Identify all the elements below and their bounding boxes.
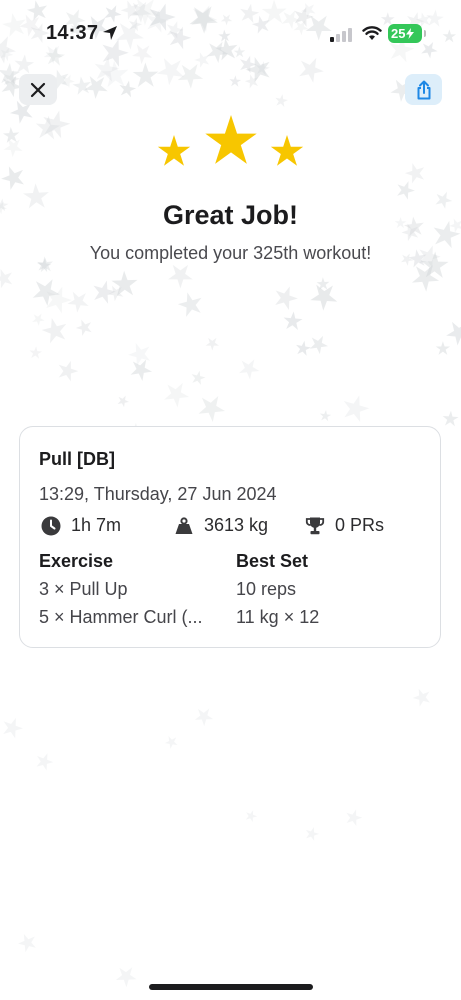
exercise-row-2: 5 × Hammer Curl (... <box>39 607 203 627</box>
status-time: 14:37 <box>46 22 99 44</box>
confetti-star <box>111 270 138 296</box>
confetti-star <box>397 181 415 200</box>
confetti-star <box>305 827 319 841</box>
confetti-star <box>18 933 36 953</box>
confetti-star <box>93 280 116 304</box>
confetti-star <box>296 340 312 356</box>
confetti-star <box>244 74 259 89</box>
volume-stat: 3613 kg <box>174 515 268 536</box>
confetti-star <box>0 269 13 289</box>
star-icon <box>205 115 257 164</box>
home-indicator <box>149 984 313 990</box>
confetti-star <box>205 337 219 351</box>
exercise-column-header: Exercise <box>39 551 114 571</box>
confetti-star <box>191 370 206 385</box>
confetti-star <box>3 138 23 158</box>
weight-icon <box>175 516 193 534</box>
workout-datetime: 13:29, Thursday, 27 Jun 2024 <box>39 484 277 504</box>
confetti-star <box>198 395 225 423</box>
confetti-star <box>117 395 130 408</box>
confetti-star <box>435 341 451 355</box>
confetti-star <box>442 410 459 427</box>
workout-name: Pull [DB] <box>39 449 115 469</box>
confetti-star <box>130 359 153 381</box>
share-button[interactable] <box>405 74 442 105</box>
close-button[interactable] <box>19 74 57 105</box>
cellular-signal-icon <box>330 28 354 47</box>
confetti-star <box>72 76 92 95</box>
confetti-star <box>245 810 258 823</box>
confetti-star <box>43 110 71 139</box>
confetti-star <box>3 717 23 739</box>
confetti-star <box>309 335 329 355</box>
confetti-star <box>84 76 108 99</box>
duration-value: 1h 7m <box>71 515 122 535</box>
location-arrow-icon <box>102 25 118 46</box>
duration-stat: 1h 7m <box>41 515 121 536</box>
confetti-star <box>67 291 89 313</box>
trophy-icon <box>305 517 325 534</box>
close-icon <box>30 82 46 97</box>
wifi-icon <box>362 25 382 46</box>
confetti-star <box>119 80 137 98</box>
confetti-star <box>128 342 151 366</box>
confetti-star <box>2 127 20 143</box>
confetti-star <box>346 809 363 827</box>
exercise-row-1: 3 × Pull Up <box>39 579 128 599</box>
confetti-star <box>446 321 461 346</box>
confetti-star <box>61 74 75 88</box>
confetti-star <box>36 753 54 771</box>
confetti-star <box>283 311 303 330</box>
best-set-row-1: 10 reps <box>236 579 297 599</box>
confetti-star <box>239 359 260 380</box>
status-bar: 14:37 25 <box>0 0 461 66</box>
confetti-star <box>75 319 92 336</box>
battery-level: 25 <box>391 26 406 41</box>
confetti-star <box>310 284 338 311</box>
completion-title: Great Job! <box>162 200 299 230</box>
confetti-star <box>29 346 43 359</box>
confetti-star <box>1 166 25 190</box>
volume-value: 3613 kg <box>204 515 269 535</box>
completion-subtitle: You completed your 325th workout! <box>89 243 372 263</box>
confetti-star <box>316 277 330 290</box>
prs-value: 0 PRs <box>335 515 385 535</box>
confetti-star <box>32 279 60 306</box>
confetti-star <box>35 115 61 140</box>
share-icon <box>417 80 430 99</box>
confetti-star <box>194 708 214 727</box>
battery-indicator: 25 <box>388 24 426 43</box>
confetti-star <box>229 75 242 87</box>
confetti-star <box>275 286 298 311</box>
confetti-star <box>32 313 45 326</box>
confetti-star <box>41 317 67 344</box>
confetti-star <box>343 395 370 422</box>
confetti-star <box>177 292 202 317</box>
celebration-stars <box>157 115 304 166</box>
star-icon <box>270 135 304 166</box>
confetti-star <box>319 410 332 422</box>
confetti-star <box>58 360 79 382</box>
prs-stat: 0 PRs <box>305 515 384 536</box>
charging-bolt-icon <box>406 28 415 39</box>
star-icon <box>157 135 191 166</box>
confetti-star <box>412 688 430 707</box>
confetti-star <box>164 736 178 749</box>
best-set-column-header: Best Set <box>236 551 309 571</box>
confetti-star <box>107 285 124 302</box>
workout-summary-card[interactable]: Pull [DB] 13:29, Thursday, 27 Jun 2024 1… <box>19 426 441 648</box>
confetti-star <box>404 163 425 184</box>
confetti-star <box>164 382 190 408</box>
best-set-row-2: 11 kg × 12 <box>236 607 320 627</box>
confetti-star <box>115 967 137 988</box>
confetti-star <box>46 286 72 314</box>
confetti-star <box>275 94 289 108</box>
clock-icon <box>41 516 61 535</box>
